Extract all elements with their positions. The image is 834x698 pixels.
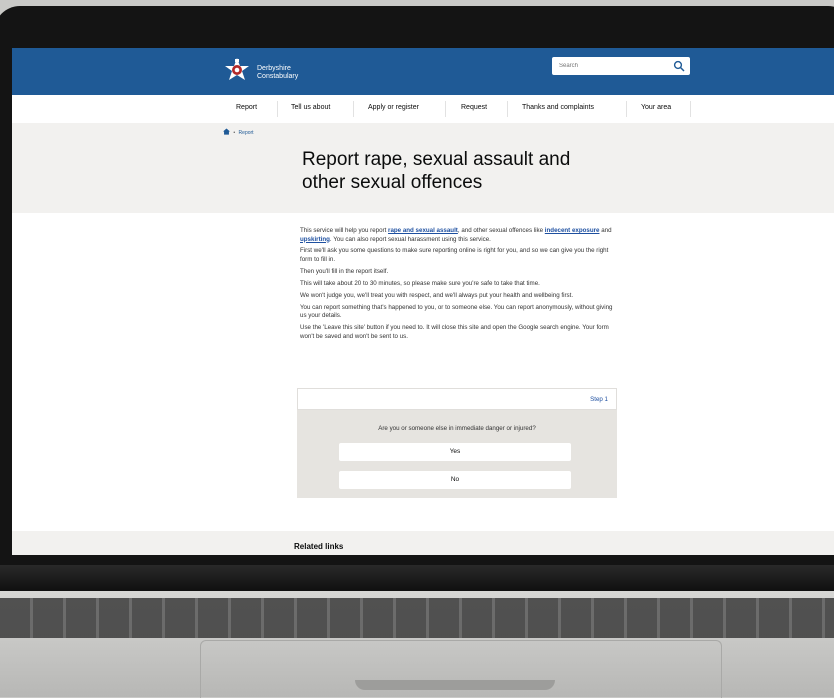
step-header: Step 1 bbox=[297, 388, 617, 410]
laptop-hinge bbox=[0, 565, 834, 591]
breadcrumb-report[interactable]: Report bbox=[239, 130, 254, 136]
nav-separator bbox=[277, 101, 278, 117]
search-box bbox=[552, 57, 690, 75]
no-button[interactable]: No bbox=[339, 471, 571, 489]
nav-item-thanks-and-complaints[interactable]: Thanks and complaints bbox=[522, 104, 594, 111]
yes-button[interactable]: Yes bbox=[339, 443, 571, 461]
main-nav: Report Tell us about Apply or register R… bbox=[12, 95, 834, 123]
nav-item-request[interactable]: Request bbox=[461, 104, 487, 111]
nav-separator bbox=[690, 101, 691, 117]
question-card: Step 1 Are you or someone else in immedi… bbox=[297, 388, 617, 498]
site-header: Derbyshire Constabulary bbox=[12, 48, 834, 95]
intro-paragraph: Use the 'Leave this site' button if you … bbox=[300, 324, 609, 340]
related-links-heading: Related links bbox=[294, 542, 344, 551]
nav-item-report[interactable]: Report bbox=[236, 104, 257, 111]
intro-paragraph: This will take about 20 to 30 minutes, s… bbox=[300, 279, 540, 287]
constabulary-crest-icon[interactable] bbox=[223, 57, 251, 85]
intro-paragraph: First we'll ask you some questions to ma… bbox=[300, 247, 609, 264]
brand-line1: Derbyshire bbox=[257, 65, 291, 72]
intro-text: This service will help you report rape a… bbox=[300, 227, 618, 345]
nav-separator bbox=[353, 101, 354, 117]
intro-paragraph: Then you'll fill in the report itself. bbox=[300, 267, 389, 275]
nav-item-your-area[interactable]: Your area bbox=[641, 104, 671, 111]
nav-separator bbox=[507, 101, 508, 117]
nav-separator bbox=[445, 101, 446, 117]
laptop-notch bbox=[355, 680, 555, 690]
browser-screen: Derbyshire Constabulary Report Tell us a… bbox=[12, 48, 834, 555]
page-title: Report rape, sexual assault and other se… bbox=[302, 149, 571, 193]
laptop-keyboard bbox=[0, 598, 834, 638]
nav-separator bbox=[626, 101, 627, 117]
breadcrumb-separator: • bbox=[233, 130, 236, 136]
question-text: Are you or someone else in immediate dan… bbox=[378, 425, 536, 432]
nav-item-tell-us-about[interactable]: Tell us about bbox=[291, 104, 330, 111]
rape-and-sexual-assault-link[interactable]: rape and sexual assault bbox=[388, 227, 458, 234]
intro-paragraph: We won't judge you, we'll treat you with… bbox=[300, 291, 574, 299]
nav-item-apply-or-register[interactable]: Apply or register bbox=[368, 104, 419, 111]
main-content: This service will help you report rape a… bbox=[12, 213, 834, 531]
intro-text-span: . You can also report sexual harassment … bbox=[329, 235, 491, 243]
upskirting-link[interactable]: upskirting bbox=[300, 236, 330, 243]
indecent-exposure-link[interactable]: indecent exposure bbox=[545, 227, 600, 234]
brand-line2: Constabulary bbox=[257, 73, 299, 80]
intro-text-span: This service will help you report bbox=[300, 227, 389, 234]
breadcrumb: • Report bbox=[223, 128, 254, 136]
search-input[interactable] bbox=[552, 57, 669, 75]
intro-text-span: , and other sexual offences like bbox=[457, 227, 545, 234]
intro-paragraph: You can report something that's happened… bbox=[300, 303, 613, 320]
brand-name[interactable]: Derbyshire Constabulary bbox=[257, 65, 298, 81]
intro-text-span: and bbox=[599, 227, 612, 234]
intro-paragraph: This service will help you report rape a… bbox=[300, 227, 618, 244]
step-label: Step 1 bbox=[590, 396, 608, 403]
related-links-section: Related links bbox=[12, 531, 834, 555]
home-icon[interactable] bbox=[223, 128, 230, 135]
search-icon[interactable] bbox=[673, 60, 685, 72]
